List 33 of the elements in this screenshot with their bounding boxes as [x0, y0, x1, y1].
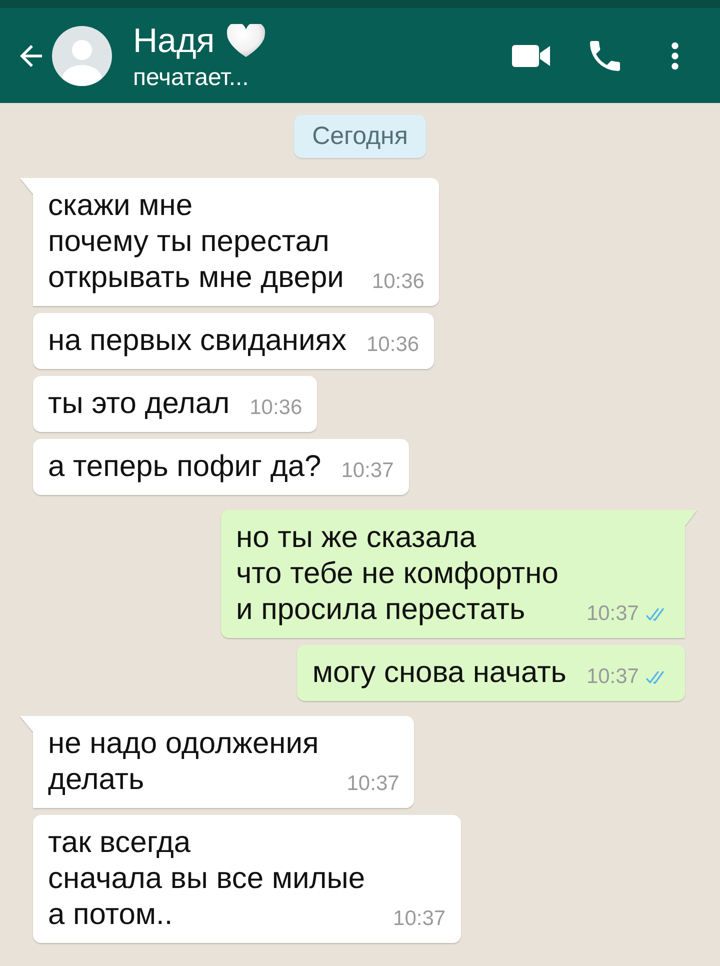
incoming-message[interactable]: скажи мне почему ты перестал открывать мне двери 10:36: [20, 178, 440, 306]
message-time: 10:36: [366, 332, 420, 358]
message-text: но ты же сказала что тебе не комфортно и просила перестать: [236, 520, 558, 628]
contact-name: Надя: [133, 22, 215, 60]
message-text: так всегда сначала вы все милые а потом..: [48, 825, 366, 933]
incoming-message[interactable]: так всегда сначала вы все милые а потом.. 10:37: [33, 815, 461, 943]
message-time: 10:37: [586, 664, 639, 690]
message-time: 10:36: [250, 395, 302, 421]
avatar-icon[interactable]: [52, 26, 112, 86]
outgoing-message[interactable]: могу снова начать 10:37: [297, 645, 685, 701]
message-text: на первых свиданиях: [48, 323, 346, 359]
heart-icon: [226, 24, 265, 57]
incoming-message[interactable]: не надо одолжения делать 10:37: [20, 716, 414, 808]
incoming-message[interactable]: а теперь пофиг да? 10:37: [33, 439, 409, 495]
video-camera-icon[interactable]: [512, 44, 550, 68]
message-text: скажи мне почему ты перестал открывать мне двери: [48, 188, 344, 296]
message-text: не надо одолжения делать: [48, 726, 319, 798]
back-arrow-icon[interactable]: [20, 44, 42, 66]
message-text: а теперь пофиг да?: [48, 449, 322, 485]
message-text: ты это делал: [48, 386, 230, 422]
message-time: 10:37: [586, 601, 639, 627]
message-time: 10:36: [372, 269, 424, 295]
message-text: могу снова начать: [312, 655, 566, 691]
typing-status: печатает...: [133, 64, 250, 92]
incoming-message[interactable]: ты это делал 10:36: [33, 376, 318, 432]
phone-icon[interactable]: [590, 40, 620, 70]
more-menu-icon[interactable]: [671, 42, 679, 70]
incoming-message[interactable]: на первых свиданиях 10:36: [33, 313, 434, 369]
message-time: 10:37: [341, 458, 394, 484]
message-time: 10:37: [346, 771, 400, 797]
date-chip: Сегодня: [294, 115, 426, 158]
message-time: 10:37: [393, 906, 446, 932]
outgoing-message[interactable]: но ты же сказала что тебе не комфортно и просила перестать 10:37: [221, 510, 697, 638]
